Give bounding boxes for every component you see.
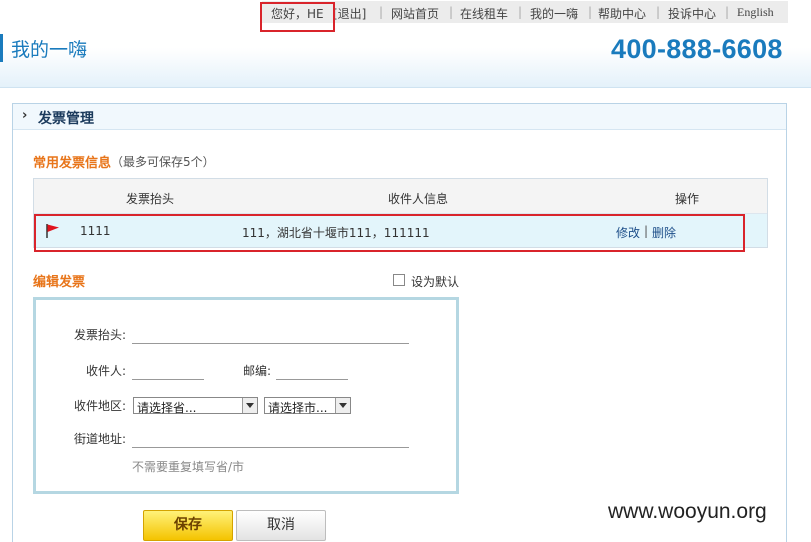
region-label: 收件地区:	[74, 399, 127, 413]
edit-invoice-form: 发票抬头: 收件人: 邮编: 收件地区: 请选择省... 请选择市... 街道地…	[33, 297, 459, 494]
top-nav: 您好，HE [退出] | 网站首页 | 在线租车 | 我的一嗨 | 帮助中心 |…	[262, 1, 788, 23]
province-select-value: 请选择省...	[137, 401, 197, 415]
nav-separator: |	[449, 5, 454, 19]
default-checkbox[interactable]	[393, 274, 405, 286]
save-button[interactable]: 保存	[143, 510, 233, 541]
nav-my-ehi-link[interactable]: 我的一嗨	[530, 5, 578, 22]
nav-rent-link[interactable]: 在线租车	[460, 5, 508, 22]
street-input[interactable]	[132, 430, 409, 448]
city-select[interactable]: 请选择市...	[264, 397, 351, 415]
invoice-title-input[interactable]	[132, 326, 409, 344]
common-invoices-note: （最多可保存5个）	[111, 155, 215, 169]
nav-separator: |	[656, 5, 661, 19]
panel-header: › 发票管理	[13, 104, 786, 130]
province-select[interactable]: 请选择省...	[133, 397, 258, 415]
greeting-highlight-box	[260, 2, 335, 32]
recipient-label: 收件人:	[86, 364, 127, 378]
nav-separator: |	[725, 5, 730, 19]
nav-separator: |	[379, 5, 384, 19]
default-checkbox-label: 设为默认	[411, 275, 460, 289]
hotline-number: 400-888-6608	[611, 34, 783, 64]
column-header-title: 发票抬头	[126, 192, 175, 206]
page-logo[interactable]: 我的一嗨	[11, 35, 87, 62]
common-invoices-title: 常用发票信息	[33, 156, 112, 171]
chevron-down-icon[interactable]	[335, 398, 350, 413]
row-highlight-box	[34, 214, 745, 252]
cancel-button[interactable]: 取消	[236, 510, 326, 541]
column-header-actions: 操作	[675, 192, 700, 206]
nav-separator: |	[588, 5, 593, 19]
recipient-input[interactable]	[132, 362, 204, 380]
edit-invoice-title: 编辑发票	[33, 275, 86, 290]
logo-accent-bar	[0, 34, 3, 62]
postcode-input[interactable]	[276, 362, 348, 380]
street-hint: 不需要重复填写省/市	[132, 460, 245, 474]
chevron-down-icon[interactable]	[242, 398, 257, 413]
nav-help-link[interactable]: 帮助中心	[598, 5, 646, 22]
street-label: 街道地址:	[74, 432, 127, 446]
watermark: www.wooyun.org	[606, 500, 769, 524]
nav-separator: |	[518, 5, 523, 19]
logout-link[interactable]: [退出]	[333, 5, 366, 22]
site-header: 您好，HE [退出] | 网站首页 | 在线租车 | 我的一嗨 | 帮助中心 |…	[0, 0, 811, 88]
nav-home-link[interactable]: 网站首页	[391, 5, 439, 22]
nav-english-link[interactable]: English	[737, 5, 774, 20]
postcode-label: 邮编:	[243, 364, 272, 378]
nav-complaint-link[interactable]: 投诉中心	[668, 5, 716, 22]
panel-title: 发票管理	[38, 111, 94, 127]
city-select-value: 请选择市...	[268, 401, 328, 415]
column-header-recipient: 收件人信息	[388, 192, 449, 206]
table-header: 发票抬头 收件人信息 操作	[34, 179, 767, 214]
chevron-right-icon: ›	[22, 108, 28, 123]
invoice-title-label: 发票抬头:	[74, 328, 127, 342]
